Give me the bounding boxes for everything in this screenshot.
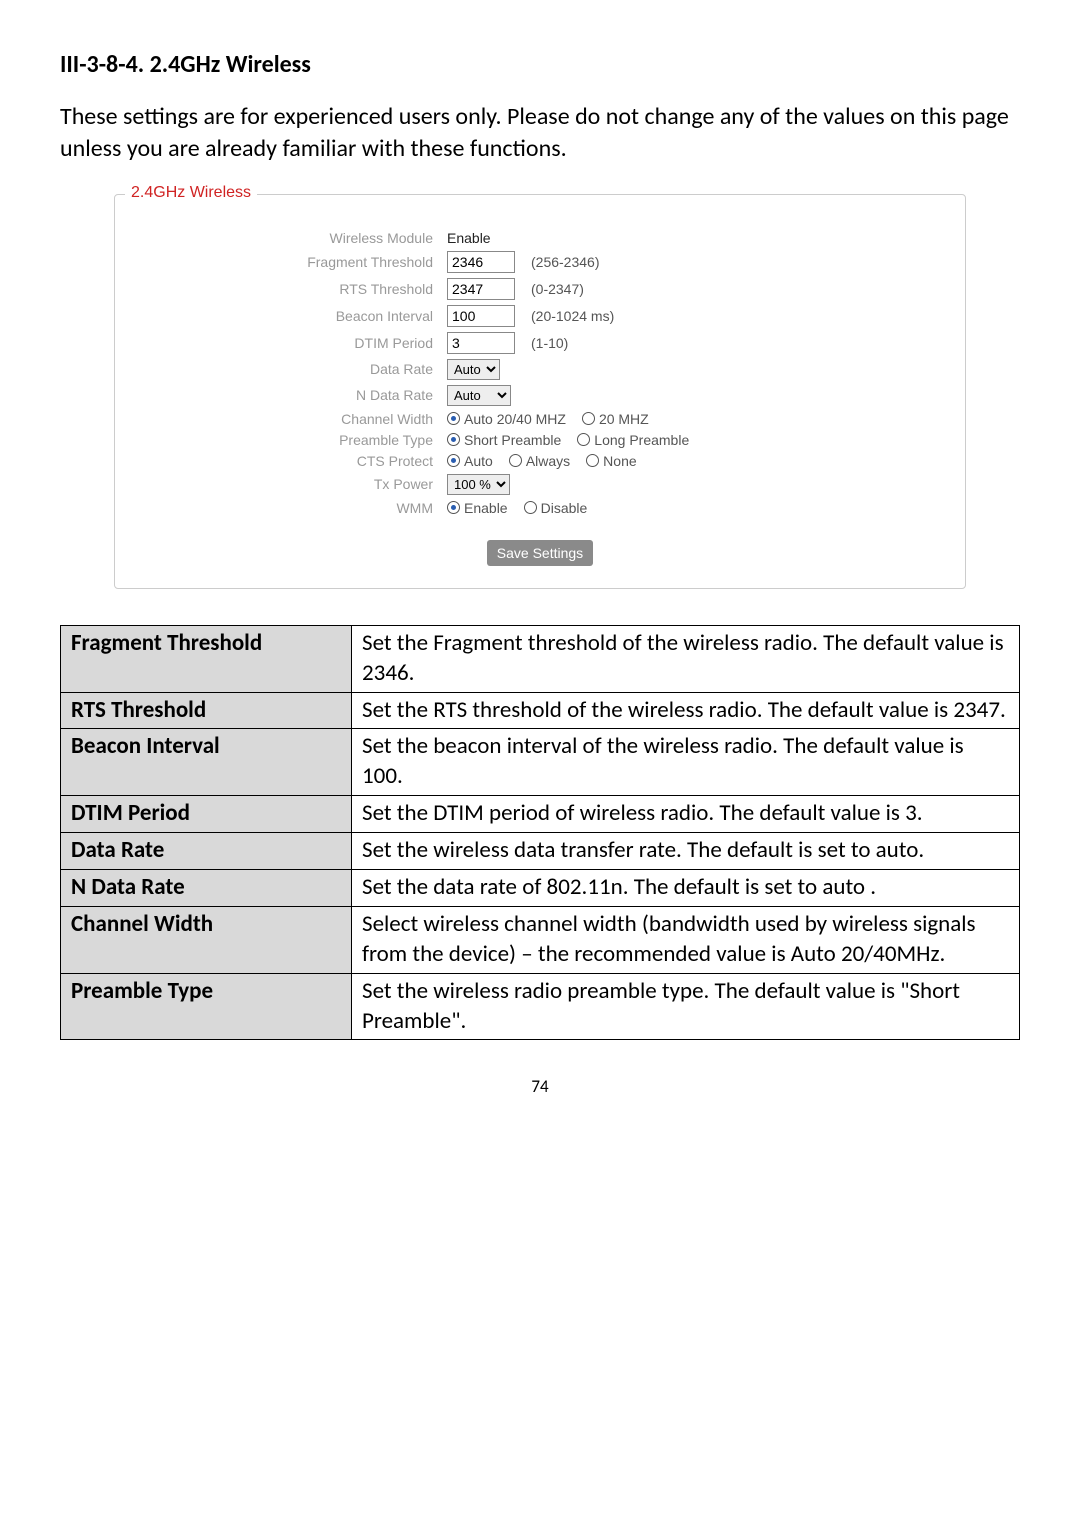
beacon-interval-range: (20-1024 ms) — [531, 308, 614, 324]
dtim-period-range: (1-10) — [531, 335, 568, 351]
tx-power-label: Tx Power — [143, 476, 447, 492]
desc-name: Beacon Interval — [61, 729, 352, 796]
dtim-period-input[interactable] — [447, 332, 515, 354]
cts-auto-radio[interactable]: Auto — [447, 453, 493, 469]
section-heading: III-3-8-4. 2.4GHz Wireless — [60, 50, 1020, 79]
n-data-rate-label: N Data Rate — [143, 387, 447, 403]
channel-width-auto-radio[interactable]: Auto 20/40 MHZ — [447, 411, 566, 427]
desc-name: RTS Threshold — [61, 692, 352, 729]
wireless-module-value: Enable — [447, 230, 491, 246]
panel-legend: 2.4GHz Wireless — [125, 184, 257, 202]
desc-text: Set the data rate of 802.11n. The defaul… — [352, 870, 1020, 907]
data-rate-select[interactable]: Auto — [447, 359, 500, 380]
desc-text: Set the wireless radio preamble type. Th… — [352, 973, 1020, 1040]
desc-name: N Data Rate — [61, 870, 352, 907]
desc-name: Channel Width — [61, 906, 352, 973]
fragment-threshold-input[interactable] — [447, 251, 515, 273]
table-row: Preamble Type Set the wireless radio pre… — [61, 973, 1020, 1040]
desc-text: Set the Fragment threshold of the wirele… — [352, 625, 1020, 692]
description-table: Fragment Threshold Set the Fragment thre… — [60, 625, 1020, 1041]
wireless-module-label: Wireless Module — [143, 230, 447, 246]
preamble-long-radio[interactable]: Long Preamble — [577, 432, 689, 448]
tx-power-select[interactable]: 100 % — [447, 474, 510, 495]
radio-icon — [577, 433, 590, 446]
desc-name: DTIM Period — [61, 796, 352, 833]
table-row: N Data Rate Set the data rate of 802.11n… — [61, 870, 1020, 907]
desc-text: Set the wireless data transfer rate. The… — [352, 833, 1020, 870]
n-data-rate-select[interactable]: Auto — [447, 385, 511, 406]
radio-icon — [582, 412, 595, 425]
save-settings-button[interactable]: Save Settings — [487, 540, 593, 566]
desc-name: Data Rate — [61, 833, 352, 870]
rts-threshold-label: RTS Threshold — [143, 281, 447, 297]
table-row: Data Rate Set the wireless data transfer… — [61, 833, 1020, 870]
table-row: Channel Width Select wireless channel wi… — [61, 906, 1020, 973]
table-row: Beacon Interval Set the beacon interval … — [61, 729, 1020, 796]
fragment-threshold-label: Fragment Threshold — [143, 254, 447, 270]
cts-protect-label: CTS Protect — [143, 453, 447, 469]
dtim-period-label: DTIM Period — [143, 335, 447, 351]
table-row: DTIM Period Set the DTIM period of wirel… — [61, 796, 1020, 833]
fragment-threshold-range: (256-2346) — [531, 254, 600, 270]
preamble-type-label: Preamble Type — [143, 432, 447, 448]
preamble-short-radio[interactable]: Short Preamble — [447, 432, 561, 448]
wireless-settings-panel: 2.4GHz Wireless Wireless Module Enable F… — [114, 194, 966, 589]
wmm-disable-radio[interactable]: Disable — [524, 500, 588, 516]
rts-threshold-range: (0-2347) — [531, 281, 584, 297]
radio-icon — [447, 454, 460, 467]
desc-text: Set the beacon interval of the wireless … — [352, 729, 1020, 796]
radio-icon — [524, 501, 537, 514]
radio-icon — [586, 454, 599, 467]
channel-width-20-radio[interactable]: 20 MHZ — [582, 411, 649, 427]
rts-threshold-input[interactable] — [447, 278, 515, 300]
radio-icon — [447, 501, 460, 514]
page-number: 74 — [60, 1076, 1020, 1097]
wmm-enable-radio[interactable]: Enable — [447, 500, 508, 516]
cts-none-radio[interactable]: None — [586, 453, 636, 469]
data-rate-label: Data Rate — [143, 361, 447, 377]
table-row: RTS Threshold Set the RTS threshold of t… — [61, 692, 1020, 729]
beacon-interval-input[interactable] — [447, 305, 515, 327]
desc-text: Set the RTS threshold of the wireless ra… — [352, 692, 1020, 729]
desc-name: Fragment Threshold — [61, 625, 352, 692]
cts-always-radio[interactable]: Always — [509, 453, 570, 469]
beacon-interval-label: Beacon Interval — [143, 308, 447, 324]
channel-width-label: Channel Width — [143, 411, 447, 427]
intro-paragraph: These settings are for experienced users… — [60, 101, 1020, 166]
radio-icon — [447, 412, 460, 425]
desc-text: Set the DTIM period of wireless radio. T… — [352, 796, 1020, 833]
radio-icon — [447, 433, 460, 446]
desc-text: Select wireless channel width (bandwidth… — [352, 906, 1020, 973]
table-row: Fragment Threshold Set the Fragment thre… — [61, 625, 1020, 692]
radio-icon — [509, 454, 522, 467]
wmm-label: WMM — [143, 500, 447, 516]
desc-name: Preamble Type — [61, 973, 352, 1040]
